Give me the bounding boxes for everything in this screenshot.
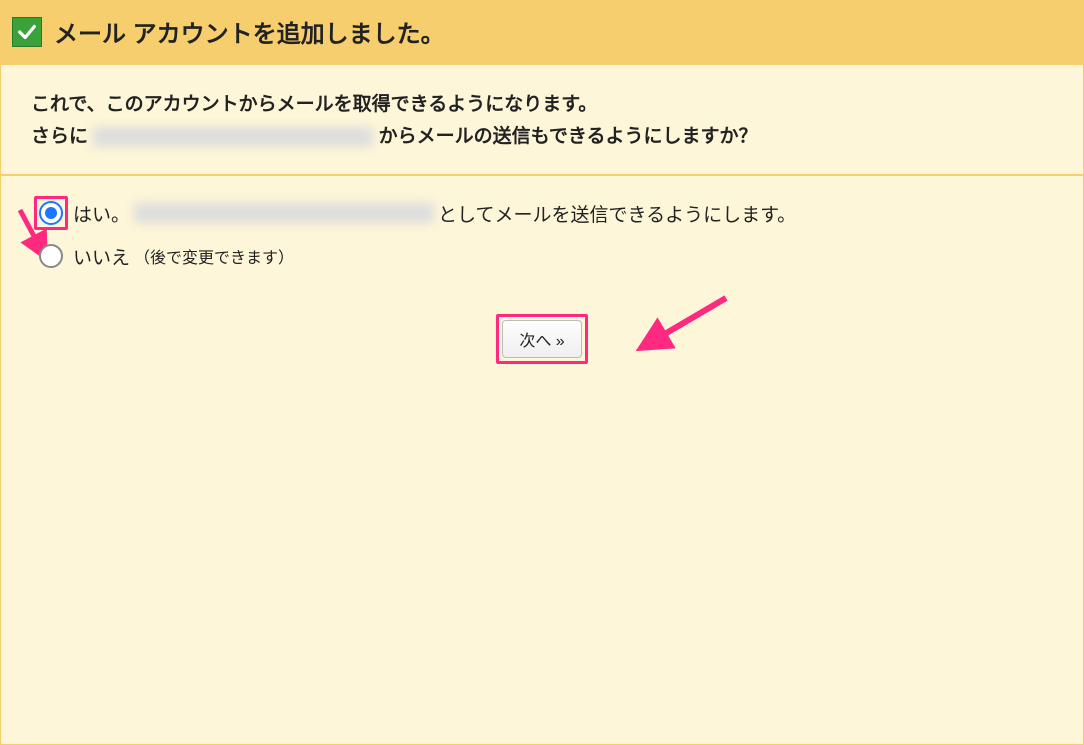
option-no-note: （後で変更できます） xyxy=(134,244,294,268)
option-yes-label[interactable]: はい。 ██████████████████████ としてメールを送信できるよ… xyxy=(73,200,796,227)
redacted-email: ████████████████████ xyxy=(93,127,373,147)
intro-line2: さらに ████████████████████ からメールの送信もできるように… xyxy=(31,121,1053,153)
option-group: はい。 ██████████████████████ としてメールを送信できるよ… xyxy=(39,200,1053,270)
intro-line2-prefix: さらに xyxy=(31,126,88,147)
divider xyxy=(1,174,1083,176)
option-yes-row: はい。 ██████████████████████ としてメールを送信できるよ… xyxy=(39,200,1053,227)
button-row: 次へ » xyxy=(31,320,1053,358)
content-panel: これで、このアカウントからメールを取得できるようになります。 さらに █████… xyxy=(0,65,1084,745)
option-yes-prefix: はい。 xyxy=(73,200,130,227)
intro-line1: これで、このアカウントからメールを取得できるようになります。 xyxy=(31,89,1053,121)
page-title: メール アカウントを追加しました。 xyxy=(54,14,445,49)
intro-text: これで、このアカウントからメールを取得できるようになります。 さらに █████… xyxy=(31,89,1053,154)
option-no-text: いいえ xyxy=(73,243,130,270)
annotation-arrow-button xyxy=(631,290,731,360)
option-no-label[interactable]: いいえ （後で変更できます） xyxy=(73,243,294,270)
intro-line2-suffix: からメールの送信もできるようにしますか？ xyxy=(379,126,758,147)
header-bar: メール アカウントを追加しました。 xyxy=(0,0,1084,65)
option-yes-suffix: としてメールを送信できるようにします。 xyxy=(438,200,796,227)
radio-yes[interactable] xyxy=(39,201,63,225)
checkmark-icon xyxy=(12,17,42,47)
next-button[interactable]: 次へ » xyxy=(502,320,581,358)
radio-no[interactable] xyxy=(39,244,63,268)
option-no-row: いいえ （後で変更できます） xyxy=(39,243,1053,270)
redacted-email-option: ██████████████████████ xyxy=(134,203,434,223)
